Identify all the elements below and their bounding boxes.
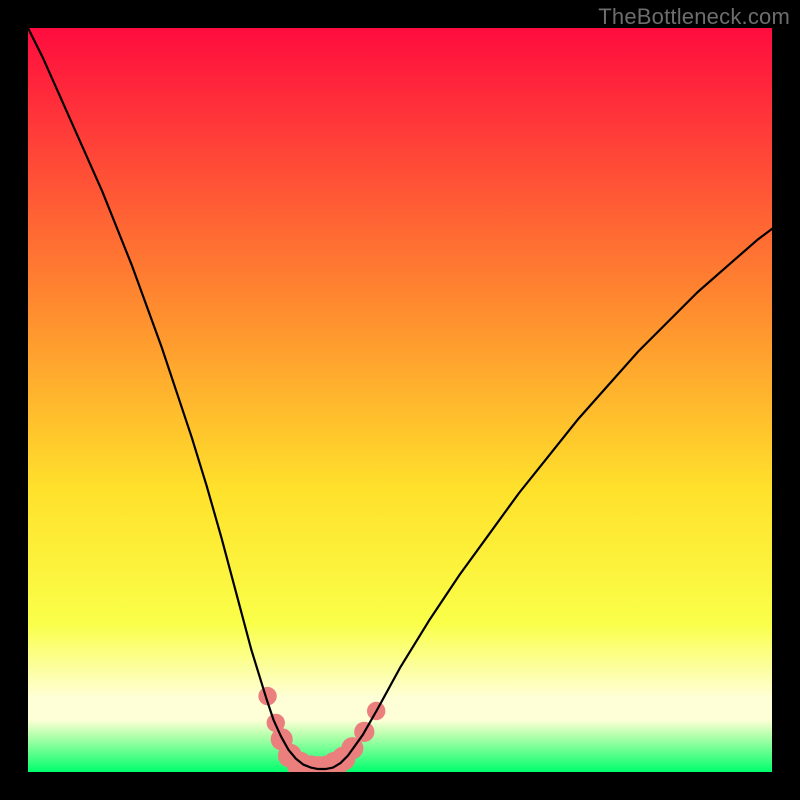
bottleneck-curve-chart [28, 28, 772, 772]
gradient-background [28, 28, 772, 772]
watermark-text: TheBottleneck.com [598, 4, 790, 30]
chart-container: TheBottleneck.com [0, 0, 800, 800]
plot-area [28, 28, 772, 772]
